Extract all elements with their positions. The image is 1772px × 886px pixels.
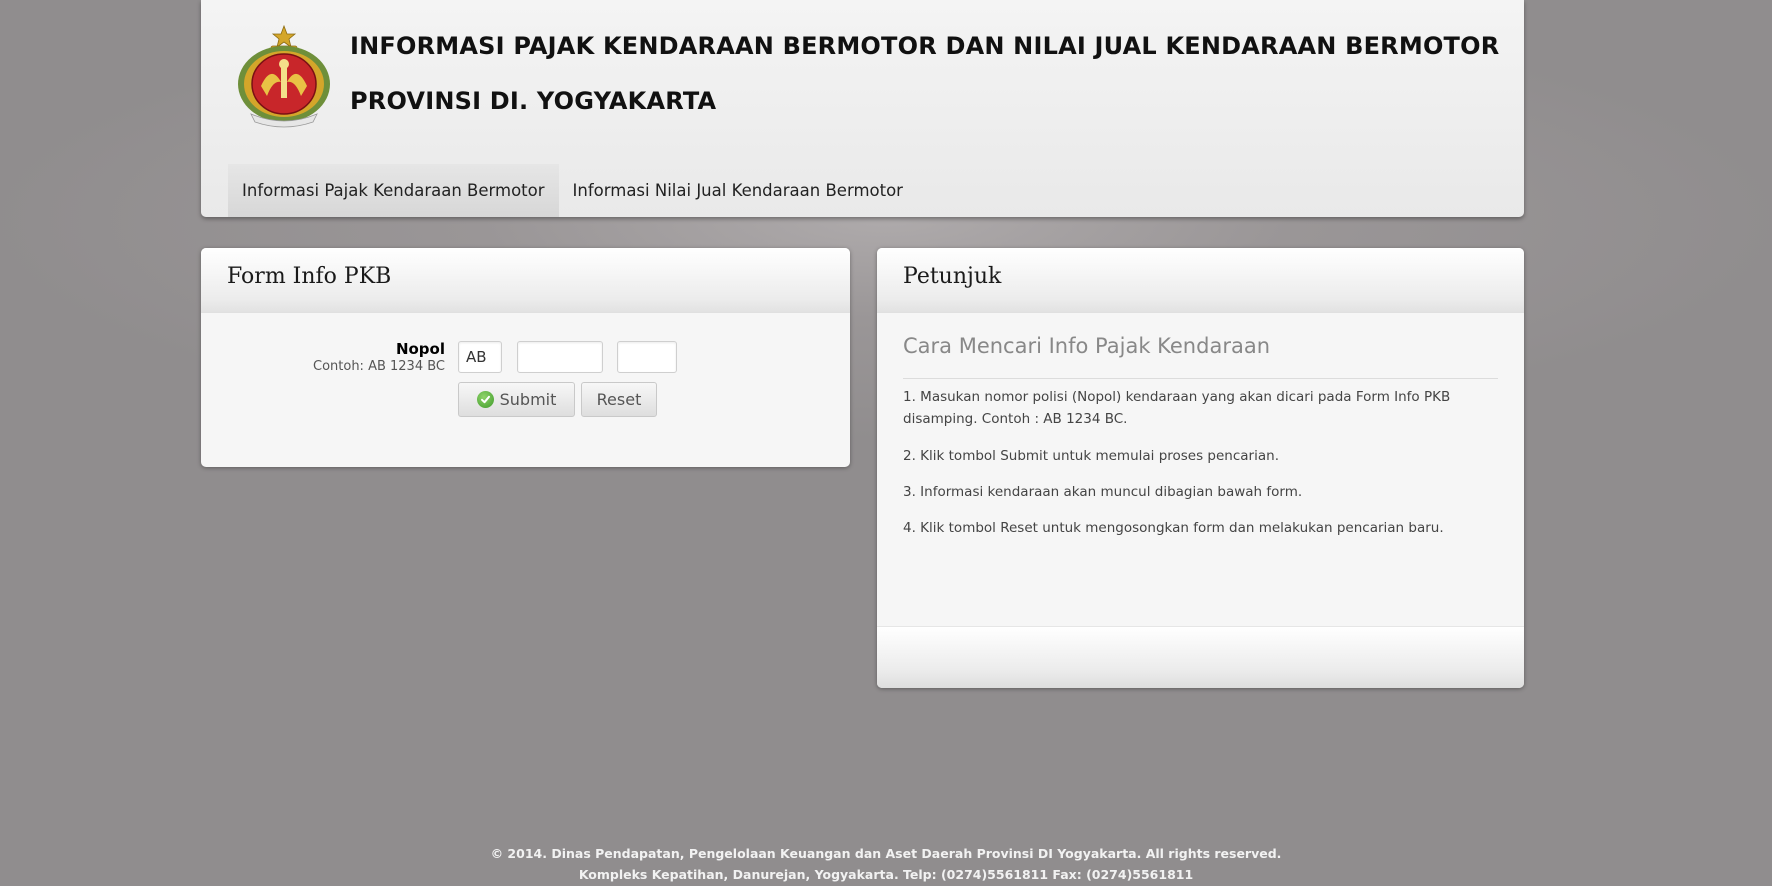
help-heading: Cara Mencari Info Pajak Kendaraan [903, 334, 1270, 358]
footer-copyright: © 2014. Dinas Pendapatan, Pengelolaan Ke… [490, 846, 1282, 861]
nopol-label: Nopol [395, 340, 445, 358]
petunjuk-panel: Petunjuk Cara Mencari Info Pajak Kendara… [877, 248, 1524, 688]
form-panel-title: Form Info PKB [227, 264, 392, 289]
footer-address: Kompleks Kepatihan, Danurejan, Yogyakart… [578, 867, 1194, 882]
form-info-pkb-panel: Form Info PKB Nopol Contoh: AB 1234 BC S… [201, 248, 850, 467]
help-step: 1. Masukan nomor polisi (Nopol) kendaraa… [903, 389, 1451, 427]
page-title-line-1: INFORMASI PAJAK KENDARAAN BERMOTOR DAN N… [350, 32, 1500, 60]
submit-button[interactable]: Submit [458, 382, 575, 417]
help-step: 4. Klik tombol Reset untuk mengosongkan … [903, 520, 1444, 536]
page-title-line-2: PROVINSI DI. YOGYAKARTA [350, 87, 717, 115]
divider [903, 378, 1498, 379]
nopol-number-input[interactable] [517, 341, 603, 373]
help-step: 3. Informasi kendaraan akan muncul dibag… [903, 484, 1303, 500]
help-panel-header: Petunjuk [877, 248, 1524, 313]
nav-item-pajak-kendaraan[interactable]: Informasi Pajak Kendaraan Bermotor [228, 164, 559, 217]
reset-button[interactable]: Reset [581, 382, 657, 417]
main-nav: Informasi Pajak Kendaraan Bermotor Infor… [228, 164, 917, 217]
submit-button-label: Submit [499, 390, 557, 409]
nopol-area-code-input[interactable] [458, 341, 502, 373]
reset-button-label: Reset [596, 390, 642, 409]
site-header: INFORMASI PAJAK KENDARAAN BERMOTOR DAN N… [201, 0, 1524, 217]
form-panel-header: Form Info PKB [201, 248, 850, 313]
nopol-example-hint: Contoh: AB 1234 BC [313, 359, 445, 374]
nav-item-nilai-jual-kendaraan[interactable]: Informasi Nilai Jual Kendaraan Bermotor [559, 164, 917, 217]
help-panel-title: Petunjuk [903, 264, 1002, 289]
help-step: 2. Klik tombol Submit untuk memulai pros… [903, 448, 1279, 464]
help-panel-footer [877, 626, 1524, 688]
check-circle-icon [476, 391, 494, 408]
nopol-suffix-input[interactable] [617, 341, 677, 373]
province-crest-icon [233, 24, 335, 128]
